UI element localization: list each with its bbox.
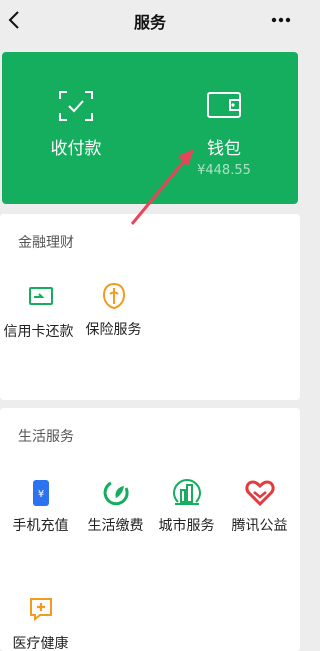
city-service-icon	[172, 478, 201, 505]
phone-recharge-icon: ¥	[32, 480, 49, 506]
pay-receive-label: 收付款	[50, 139, 102, 159]
wallet-balance: ¥448.55	[197, 163, 251, 178]
insurance-service-label: 保险服务	[85, 322, 142, 338]
more-dots-icon	[271, 17, 291, 23]
medical-icon	[29, 598, 52, 622]
credit-card-repay-label: 信用卡还款	[3, 324, 74, 340]
svg-text:¥: ¥	[37, 489, 43, 500]
city-service-label: 城市服务	[158, 518, 215, 534]
tencent-charity-label: 腾讯公益	[231, 518, 288, 534]
utility-payment-icon	[103, 481, 129, 506]
life-section-title: 生活服务	[18, 429, 74, 445]
life-section: 生活服务 ¥ 手机充值 生活缴费 城市服务 腾讯公益 医疗健康	[0, 408, 300, 651]
pay-receive-button[interactable]: 收付款	[2, 52, 150, 204]
page-title: 服务	[133, 13, 166, 32]
scan-pay-icon	[59, 91, 93, 121]
wallet-label: 钱包	[207, 139, 241, 159]
phone-recharge-label: 手机充值	[12, 518, 69, 534]
finance-section-title: 金融理财	[18, 235, 74, 251]
medical-health-label: 医疗健康	[12, 636, 69, 651]
utility-payment-label: 生活缴费	[87, 518, 144, 534]
credit-card-icon	[28, 287, 53, 305]
wallet-icon	[207, 92, 241, 118]
page-indicator	[126, 643, 174, 649]
finance-section: 金融理财 信用卡还款 保险服务	[0, 214, 300, 400]
wallet-card: 收付款 钱包 ¥448.55	[2, 52, 298, 204]
top-bar: 服务	[0, 0, 300, 42]
wallet-button[interactable]: 钱包 ¥448.55	[150, 52, 298, 204]
more-button[interactable]	[268, 10, 294, 30]
insurance-icon	[102, 282, 125, 310]
charity-icon	[244, 480, 275, 506]
